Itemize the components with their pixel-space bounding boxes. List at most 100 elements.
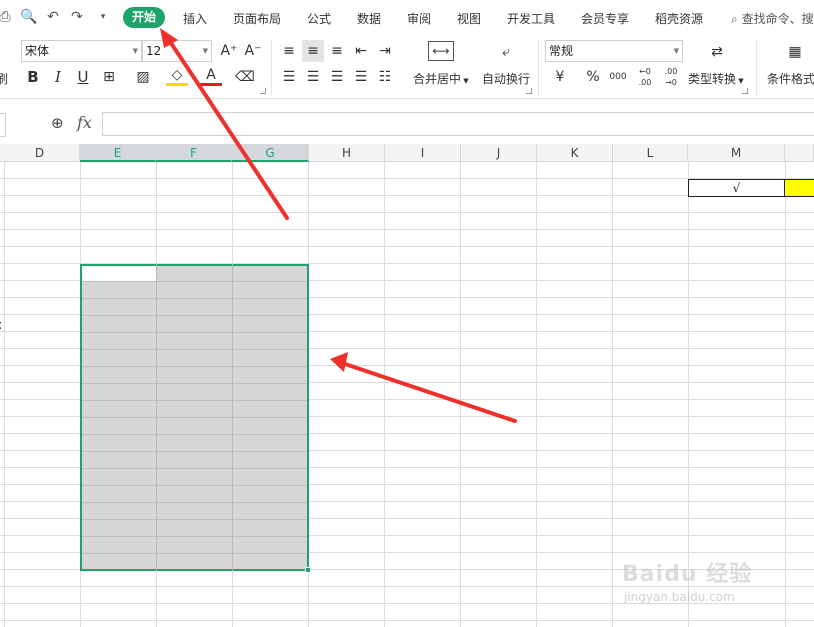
selection-gridline bbox=[82, 400, 307, 401]
merge-center-button[interactable]: 合并居中 ▼ bbox=[413, 70, 469, 87]
tab-view[interactable]: 视图 bbox=[457, 10, 481, 27]
tab-member[interactable]: 会员专享 bbox=[581, 10, 629, 27]
column-header-g[interactable]: G bbox=[232, 144, 309, 162]
align-left-icon[interactable]: ☰ bbox=[278, 66, 300, 88]
fill-color-icon[interactable]: ◇ bbox=[166, 66, 188, 86]
baidu-watermark-url: jingyan.baidu.com bbox=[624, 590, 735, 604]
gridline bbox=[536, 162, 537, 627]
undo-icon[interactable]: ↶ bbox=[44, 8, 62, 26]
type-convert-icon[interactable]: ⇄ bbox=[706, 41, 728, 63]
align-middle-icon[interactable]: ≡ bbox=[302, 40, 324, 62]
column-header-j[interactable]: J bbox=[461, 144, 537, 162]
print-icon[interactable]: ⎙ bbox=[0, 8, 14, 26]
quick-access-dropdown-icon[interactable]: ▾ bbox=[94, 8, 112, 26]
column-header-l[interactable]: L bbox=[613, 144, 688, 162]
tab-developer[interactable]: 开发工具 bbox=[507, 10, 555, 27]
column-header-n[interactable] bbox=[785, 144, 814, 162]
selection-gridline bbox=[82, 553, 307, 554]
align-top-icon[interactable]: ≡ bbox=[278, 40, 300, 62]
selection-gridline bbox=[82, 315, 307, 316]
merge-center-icon[interactable]: ⟷ bbox=[428, 41, 454, 61]
column-header-h[interactable]: H bbox=[309, 144, 385, 162]
column-header-i[interactable]: I bbox=[385, 144, 461, 162]
cell-n2-highlight[interactable] bbox=[785, 179, 814, 197]
column-header-k[interactable]: K bbox=[537, 144, 613, 162]
tab-data[interactable]: 数据 bbox=[357, 10, 381, 27]
tab-insert[interactable]: 插入 bbox=[183, 10, 207, 27]
grow-font-icon[interactable]: A⁺ bbox=[218, 40, 240, 62]
print-preview-icon[interactable]: 🔍 bbox=[20, 8, 38, 26]
tab-home[interactable]: 开始 bbox=[123, 7, 166, 28]
selection-gridline bbox=[82, 519, 307, 520]
ribbon-divider bbox=[538, 40, 539, 96]
gridline bbox=[384, 162, 385, 627]
font-color-icon[interactable]: A bbox=[200, 66, 222, 86]
selection-gridline bbox=[82, 281, 307, 282]
decrease-indent-icon[interactable]: ⇤ bbox=[350, 40, 372, 62]
gridline bbox=[4, 162, 5, 627]
clear-format-icon[interactable]: ⌫ bbox=[234, 66, 256, 88]
menu-bar: ⎙ 🔍 ↶ ↷ ▾ 开始 插入 页面布局 公式 数据 审阅 视图 开发工具 会员… bbox=[0, 0, 814, 36]
column-header-d[interactable]: D bbox=[0, 144, 80, 162]
selection-gridline bbox=[82, 349, 307, 350]
selection-gridline bbox=[82, 417, 307, 418]
border-icon[interactable]: ⊞ bbox=[98, 66, 120, 88]
ribbon-divider bbox=[756, 40, 757, 96]
insert-function-icon[interactable]: fx bbox=[77, 113, 92, 132]
alignment-dialog-launcher-icon[interactable] bbox=[526, 88, 532, 94]
number-dialog-launcher-icon[interactable] bbox=[742, 88, 748, 94]
align-center-icon[interactable]: ☰ bbox=[302, 66, 324, 88]
shrink-font-icon[interactable]: A⁻ bbox=[242, 40, 264, 62]
tab-docer-resources[interactable]: 稻壳资源 bbox=[655, 10, 703, 27]
justify-icon[interactable]: ☰ bbox=[350, 66, 372, 88]
bold-button[interactable]: B bbox=[22, 66, 44, 88]
type-convert-label: 类型转换 bbox=[688, 72, 737, 86]
command-search-label: 查找命令、搜 bbox=[741, 12, 814, 26]
selection-gridline bbox=[82, 332, 307, 333]
format-painter-label[interactable]: 刷 bbox=[0, 70, 8, 87]
type-convert-button[interactable]: 类型转换 ▼ bbox=[688, 70, 744, 87]
thousands-separator-button[interactable]: 000 bbox=[607, 66, 629, 88]
distributed-align-icon[interactable]: ☷ bbox=[374, 66, 396, 88]
formula-bar: ⊕ fx bbox=[0, 98, 814, 144]
chevron-down-icon: ▼ bbox=[132, 47, 138, 55]
redo-icon[interactable]: ↷ bbox=[68, 8, 86, 26]
underline-button[interactable]: U bbox=[72, 66, 94, 88]
cell-m2[interactable]: √ bbox=[688, 179, 785, 197]
selection-gridline bbox=[82, 536, 307, 537]
align-bottom-icon[interactable]: ≡ bbox=[326, 40, 348, 62]
font-size-select[interactable]: 12 ▼ bbox=[142, 40, 212, 62]
zoom-icon[interactable]: ⊕ bbox=[51, 114, 64, 132]
column-header-m[interactable]: M bbox=[688, 144, 785, 162]
number-format-select[interactable]: 常规 ▼ bbox=[545, 40, 683, 62]
fill-pattern-icon[interactable]: ▨ bbox=[132, 66, 154, 88]
decrease-decimal-button[interactable]: .00 →0 bbox=[658, 66, 684, 88]
tab-review[interactable]: 审阅 bbox=[407, 10, 431, 27]
currency-button[interactable]: ¥ bbox=[549, 66, 571, 88]
gridline bbox=[785, 162, 786, 627]
conditional-format-button[interactable]: 条件格式 bbox=[767, 70, 814, 87]
column-header-e[interactable]: E bbox=[80, 144, 156, 162]
increase-decimal-button[interactable]: ←0 .00 bbox=[632, 66, 658, 88]
tab-page-layout[interactable]: 页面布局 bbox=[233, 10, 281, 27]
row-header-fragment: : bbox=[0, 318, 2, 333]
active-cell-e7[interactable] bbox=[82, 266, 156, 281]
fill-handle[interactable] bbox=[305, 567, 311, 573]
selection-gridline bbox=[82, 366, 307, 367]
selection-gridline bbox=[82, 383, 307, 384]
name-box[interactable] bbox=[0, 113, 6, 137]
formula-input[interactable] bbox=[102, 112, 814, 136]
italic-button[interactable]: I bbox=[47, 66, 69, 88]
increase-indent-icon[interactable]: ⇥ bbox=[374, 40, 396, 62]
column-header-f[interactable]: F bbox=[156, 144, 232, 162]
conditional-format-icon[interactable]: ▦ bbox=[784, 41, 806, 63]
percent-button[interactable]: % bbox=[582, 66, 604, 88]
font-dialog-launcher-icon[interactable] bbox=[260, 88, 266, 94]
command-search[interactable]: ⌕ 查找命令、搜 bbox=[731, 10, 814, 27]
wrap-text-icon[interactable]: ⤶ bbox=[494, 41, 518, 63]
align-right-icon[interactable]: ☰ bbox=[326, 66, 348, 88]
number-format-value: 常规 bbox=[549, 44, 574, 58]
wrap-text-button[interactable]: 自动换行 bbox=[482, 70, 530, 87]
font-name-select[interactable]: 宋体 ▼ bbox=[21, 40, 142, 62]
tab-formulas[interactable]: 公式 bbox=[307, 10, 331, 27]
